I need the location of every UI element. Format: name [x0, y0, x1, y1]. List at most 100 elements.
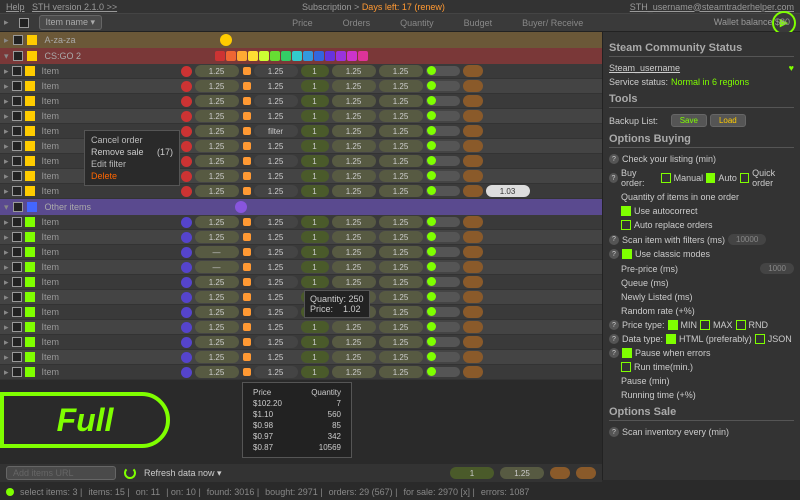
- row-dot[interactable]: [181, 111, 192, 122]
- save-button[interactable]: Save: [671, 114, 707, 127]
- price-pill[interactable]: 1.25: [195, 65, 239, 77]
- col-buyer[interactable]: Buyer: [522, 18, 546, 28]
- qty-pill[interactable]: 1: [301, 276, 329, 288]
- chevron-icon[interactable]: ▸: [4, 126, 9, 137]
- action-pill[interactable]: [463, 170, 483, 182]
- price-pill[interactable]: 1.25: [195, 125, 239, 137]
- orders-pill[interactable]: 1.25: [254, 95, 298, 107]
- row-dot[interactable]: [181, 217, 192, 228]
- checkbox[interactable]: [12, 352, 22, 362]
- qty-pill[interactable]: 1: [301, 216, 329, 228]
- category-other[interactable]: ▾ Other items: [0, 199, 602, 215]
- help-icon[interactable]: ?: [609, 249, 619, 259]
- orders-pill[interactable]: 1.25: [254, 351, 298, 363]
- item-name-dropdown[interactable]: Item name ▾: [39, 15, 103, 30]
- budget-pill[interactable]: 1.25: [332, 170, 376, 182]
- price-pill[interactable]: 1.25: [195, 185, 239, 197]
- auto-checkbox[interactable]: [706, 173, 715, 183]
- checkbox[interactable]: [12, 66, 22, 76]
- html-checkbox[interactable]: [666, 334, 676, 344]
- qty-pill[interactable]: 1: [301, 170, 329, 182]
- table-row[interactable]: ▸ Item 1.25 1.25 1 1.25 1.25: [0, 109, 602, 124]
- budget-pill[interactable]: 1.25: [332, 366, 376, 378]
- price-pill[interactable]: 1.25: [195, 155, 239, 167]
- qty-pill[interactable]: 1: [301, 155, 329, 167]
- orders-pill[interactable]: 1.25: [254, 276, 298, 288]
- row-dot[interactable]: [181, 277, 192, 288]
- chevron-icon[interactable]: ▸: [4, 367, 9, 378]
- buyer-pill[interactable]: 1.25: [379, 216, 423, 228]
- manual-checkbox[interactable]: [661, 173, 670, 183]
- row-dot[interactable]: [181, 96, 192, 107]
- row-dot[interactable]: [181, 292, 192, 303]
- chevron-icon[interactable]: ▸: [4, 247, 9, 258]
- action-pill[interactable]: [463, 246, 483, 258]
- action-pill[interactable]: [463, 351, 483, 363]
- col-budget[interactable]: Budget: [464, 18, 493, 28]
- ctx-cancel[interactable]: Cancel order: [91, 134, 173, 146]
- checkbox[interactable]: [12, 262, 22, 272]
- budget-pill[interactable]: 1.25: [332, 140, 376, 152]
- chevron-icon[interactable]: ▸: [4, 262, 9, 273]
- budget-pill[interactable]: 1.25: [332, 351, 376, 363]
- help-icon[interactable]: ?: [609, 173, 618, 183]
- action-pill[interactable]: [463, 185, 483, 197]
- toggle-slider[interactable]: [426, 126, 460, 136]
- color-palette[interactable]: [215, 51, 368, 61]
- row-dot[interactable]: [181, 337, 192, 348]
- price-pill[interactable]: 1.25: [195, 80, 239, 92]
- price-pill[interactable]: 1.25: [195, 321, 239, 333]
- pause-err-checkbox[interactable]: [622, 348, 632, 358]
- price-pill[interactable]: 1.25: [195, 336, 239, 348]
- table-row[interactable]: ▸ Item 1.25 1.25 1 1.25 1.25: [0, 230, 602, 245]
- chevron-icon[interactable]: ▸: [4, 171, 9, 182]
- qty-pill[interactable]: 1: [301, 80, 329, 92]
- row-dot[interactable]: [181, 247, 192, 258]
- orders-pill[interactable]: 1.25: [254, 110, 298, 122]
- chevron-icon[interactable]: ▸: [4, 156, 9, 167]
- col-quantity[interactable]: Quantity: [400, 18, 434, 28]
- orders-pill[interactable]: 1.25: [254, 306, 298, 318]
- orders-pill[interactable]: 1.25: [254, 155, 298, 167]
- toggle-slider[interactable]: [426, 66, 460, 76]
- checkbox[interactable]: [12, 322, 22, 332]
- action-pill[interactable]: [463, 291, 483, 303]
- table-row[interactable]: ▸ Item — 1.25 1 1.25 1.25: [0, 260, 602, 275]
- orders-pill[interactable]: 1.25: [254, 216, 298, 228]
- orders-pill[interactable]: 1.25: [254, 336, 298, 348]
- category-dot[interactable]: [220, 34, 232, 46]
- qty-pill[interactable]: 1: [301, 246, 329, 258]
- help-icon[interactable]: ?: [609, 154, 619, 164]
- price-pill[interactable]: 1.25: [195, 140, 239, 152]
- orders-pill[interactable]: 1.25: [254, 140, 298, 152]
- budget-pill[interactable]: 1.25: [332, 125, 376, 137]
- chevron-icon[interactable]: ▸: [4, 232, 9, 243]
- rnd-checkbox[interactable]: [736, 320, 746, 330]
- row-dot[interactable]: [181, 66, 192, 77]
- budget-pill[interactable]: 1.25: [332, 321, 376, 333]
- checkbox[interactable]: [12, 141, 22, 151]
- budget-pill[interactable]: 1.25: [332, 336, 376, 348]
- help-icon[interactable]: ?: [609, 334, 619, 344]
- buyer-pill[interactable]: 1.25: [379, 306, 423, 318]
- table-row[interactable]: ▸ Item 1.25 1.25 1 1.25 1.25: [0, 79, 602, 94]
- table-row[interactable]: ▸ Item 1.25 1.25 1 1.25 1.25: [0, 305, 602, 320]
- toggle-slider[interactable]: [426, 262, 460, 272]
- chevron-icon[interactable]: ▸: [4, 81, 9, 92]
- action-pill[interactable]: [463, 140, 483, 152]
- price-pill[interactable]: 1.25: [195, 170, 239, 182]
- checkbox[interactable]: [12, 81, 22, 91]
- toggle-slider[interactable]: [426, 141, 460, 151]
- qty-pill[interactable]: 1: [301, 261, 329, 273]
- table-row[interactable]: ▸ Item 1.25 1.25 1 1.25 1.25: [0, 350, 602, 365]
- qty-pill[interactable]: 1: [301, 336, 329, 348]
- price-pill[interactable]: —: [195, 261, 239, 273]
- action-pill[interactable]: [463, 125, 483, 137]
- budget-pill[interactable]: 1.25: [332, 231, 376, 243]
- toggle-slider[interactable]: [426, 367, 460, 377]
- checkbox[interactable]: [12, 232, 22, 242]
- extra-pill[interactable]: 1.03: [486, 185, 530, 197]
- action-pill[interactable]: [463, 321, 483, 333]
- category-csgo[interactable]: ▾ CS:GO 2: [0, 48, 602, 64]
- chevron-icon[interactable]: ▸: [4, 337, 9, 348]
